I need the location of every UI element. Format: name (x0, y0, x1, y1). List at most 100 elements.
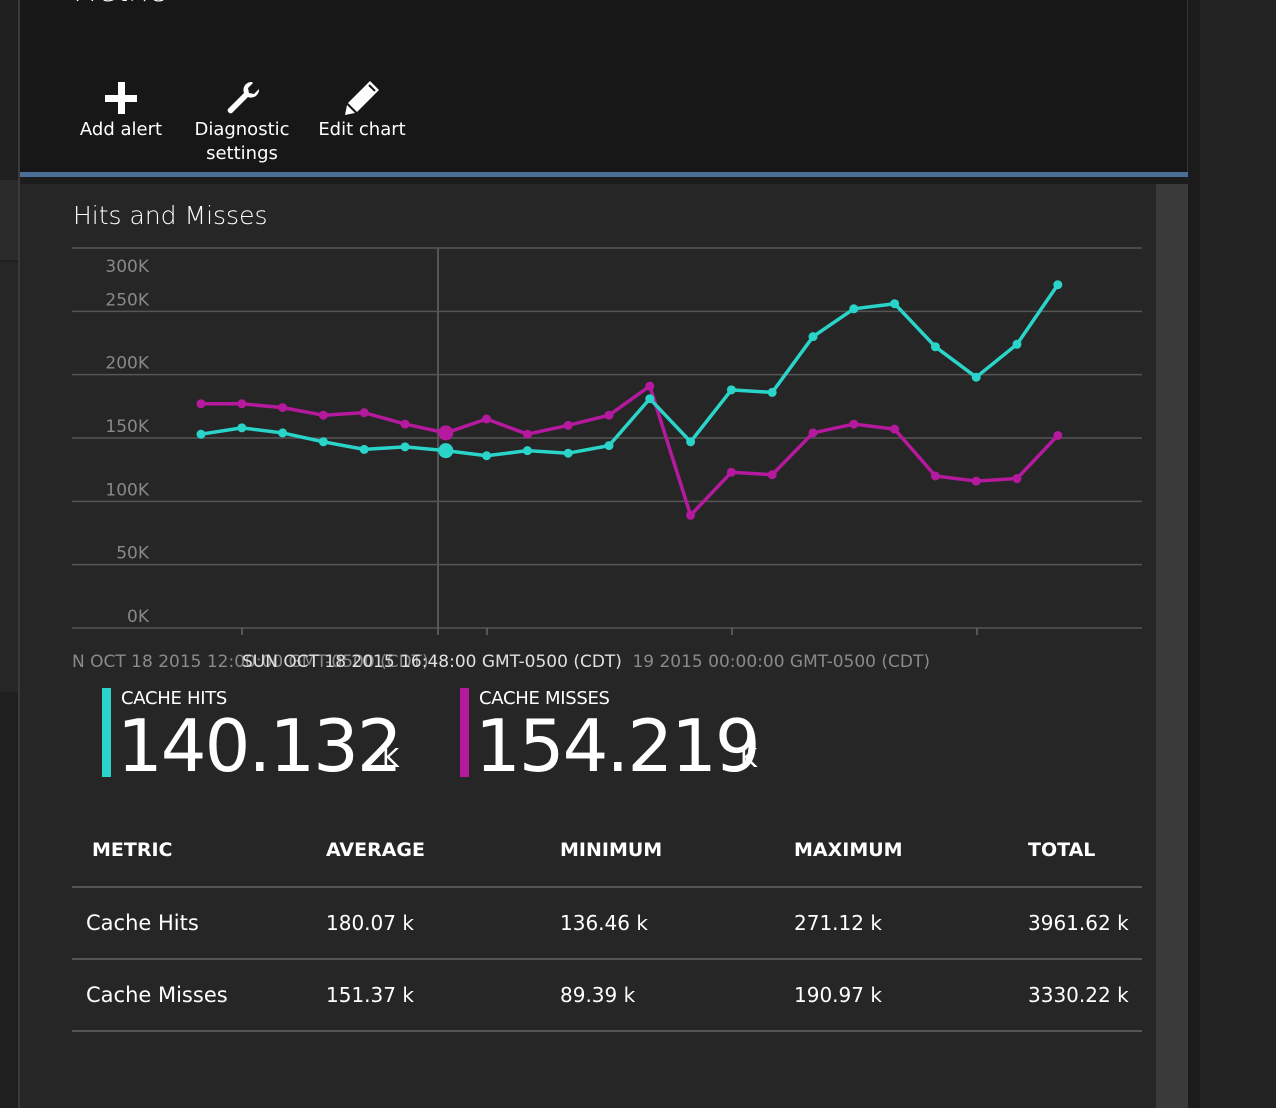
cell-metric: Cache Hits (72, 887, 306, 960)
data-point (686, 437, 696, 447)
chart-part: Hits and Misses 300K 250K 200K 150K 100K 50K 0… (20, 184, 1156, 1108)
cache-misses-unit: K (740, 744, 758, 774)
data-point (400, 419, 410, 429)
x-axis-hover-label: SUN OCT 18 2015 16:48:00 GMT-0500 (CDT) (242, 652, 622, 672)
data-point (359, 408, 369, 418)
cache-misses-value: 154.219 (475, 704, 761, 788)
table-header-row: METRIC AVERAGE MINIMUM MAXIMUM TOTAL (72, 814, 1142, 888)
cell-maximum: 190.97 k (774, 959, 1008, 1032)
metrics-table: METRIC AVERAGE MINIMUM MAXIMUM TOTAL Cac… (72, 814, 1142, 1032)
data-point (318, 410, 328, 420)
series-line (201, 384, 1060, 518)
data-point (359, 444, 369, 454)
y-tick-label: 100K (105, 480, 149, 500)
data-point (726, 467, 736, 477)
data-point (971, 476, 981, 486)
data-point (767, 470, 777, 480)
diagnostic-settings-label-1: Diagnostic (194, 119, 290, 140)
data-point (438, 443, 454, 459)
diagnostic-settings-label-2: settings (206, 143, 278, 164)
data-point (604, 441, 614, 451)
blade-title: Metric (72, 0, 165, 9)
cell-metric: Cache Misses (72, 959, 306, 1032)
diagnostic-settings-button[interactable]: Diagnostic settings (182, 78, 302, 166)
y-tick-label: 150K (105, 417, 149, 437)
cell-minimum: 136.46 k (540, 887, 774, 960)
cache-misses-color-bar (460, 688, 469, 777)
cell-minimum: 89.39 k (540, 959, 774, 1032)
data-point (1053, 430, 1063, 440)
y-tick-label: 0K (127, 607, 150, 627)
data-point (522, 429, 532, 439)
cell-average: 151.37 k (306, 959, 540, 1032)
vertical-scrollbar[interactable] (1156, 184, 1188, 1108)
blade-header: Metric Add alert Diagnostic settings Edi… (20, 0, 1188, 172)
data-point (726, 385, 736, 395)
data-point (604, 410, 614, 420)
y-tick-label: 50K (116, 544, 150, 564)
data-point (563, 420, 573, 430)
cache-hits-color-bar (102, 688, 111, 777)
data-point (808, 428, 818, 438)
data-point (767, 387, 777, 397)
cell-average: 180.07 k (306, 887, 540, 960)
add-alert-button[interactable]: Add alert (66, 78, 176, 142)
data-point (849, 419, 859, 429)
cell-total: 3330.22 k (1008, 959, 1142, 1032)
data-point (400, 442, 410, 452)
data-point (645, 381, 655, 391)
data-point (808, 332, 818, 342)
data-point (318, 437, 328, 447)
cache-hits-value: 140.132 (117, 704, 403, 788)
data-point (237, 423, 247, 433)
adjacent-blade-edge (1200, 0, 1276, 1108)
data-point (1012, 339, 1022, 349)
data-point (196, 429, 206, 439)
data-point (890, 299, 900, 309)
edit-chart-button[interactable]: Edit chart (308, 78, 416, 142)
table-row[interactable]: Cache Hits 180.07 k 136.46 k 271.12 k 39… (72, 887, 1142, 960)
col-average: AVERAGE (306, 814, 540, 888)
data-point (438, 425, 454, 441)
cell-total: 3961.62 k (1008, 887, 1142, 960)
col-maximum: MAXIMUM (774, 814, 1008, 888)
col-total: TOTAL (1008, 814, 1142, 888)
data-point (278, 428, 288, 438)
col-minimum: MINIMUM (540, 814, 774, 888)
header-divider (20, 172, 1188, 177)
data-point (1012, 474, 1022, 484)
data-point (645, 394, 655, 404)
data-point (890, 424, 900, 434)
right-gap (1188, 0, 1200, 1108)
data-point (849, 304, 859, 314)
add-alert-label: Add alert (79, 119, 163, 140)
data-point (930, 342, 940, 352)
left-blade-strip (0, 0, 19, 1108)
left-strip-segment (0, 180, 19, 260)
cache-hits-unit: K (382, 744, 400, 774)
y-tick-label: 300K (105, 257, 149, 277)
col-metric: METRIC (72, 814, 306, 888)
y-tick-label: 200K (105, 354, 149, 374)
data-point (522, 446, 532, 456)
plus-icon (105, 82, 137, 114)
pencil-icon (345, 81, 379, 115)
data-point (196, 399, 206, 409)
data-point (563, 448, 573, 458)
data-point (482, 414, 492, 424)
data-point (482, 451, 492, 461)
left-strip-segment (0, 262, 19, 692)
line-chart[interactable]: 300K250K200K150K100K50K0KN OCT 18 2015 1… (20, 184, 1156, 684)
cell-maximum: 271.12 k (774, 887, 1008, 960)
data-point (971, 372, 981, 382)
x-axis-label-right: 19 2015 00:00:00 GMT-0500 (CDT) (632, 652, 930, 672)
data-point (930, 471, 940, 481)
series-line (200, 283, 1060, 458)
data-point (237, 399, 247, 409)
edit-chart-label: Edit chart (318, 119, 406, 140)
y-tick-label: 250K (105, 290, 149, 310)
table-row[interactable]: Cache Misses 151.37 k 89.39 k 190.97 k 3… (72, 959, 1142, 1032)
data-point (278, 403, 288, 413)
data-point (1053, 280, 1063, 290)
wrench-icon (227, 81, 260, 114)
